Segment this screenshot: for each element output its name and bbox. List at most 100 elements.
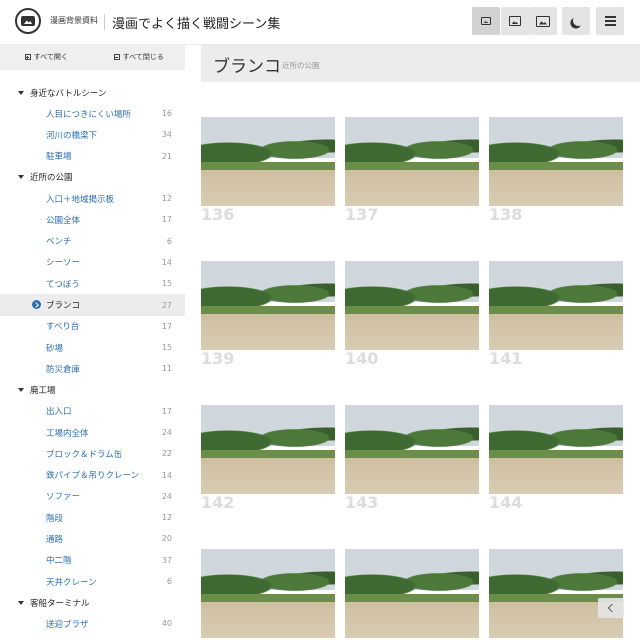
photo-trees (489, 557, 623, 598)
gallery-thumbnail[interactable] (201, 549, 335, 638)
sidebar-toolbar: すべて開く すべて閉じる (0, 44, 185, 70)
photo-trees (201, 413, 335, 454)
sidebar-item-count: 22 (161, 449, 172, 459)
site-name[interactable]: 漫画背景資料 (50, 15, 98, 26)
sidebar-item[interactable]: 中二階 37 (0, 550, 185, 571)
sidebar-item[interactable]: ブロック＆ドラム缶 22 (0, 443, 185, 464)
sidebar-category[interactable]: 近所の公園 (0, 167, 185, 188)
menu-button[interactable] (596, 7, 624, 35)
sidebar-category[interactable]: 身近なバトルシーン (0, 82, 185, 103)
large-thumbnails-button[interactable] (529, 7, 557, 35)
photo-grass (345, 161, 479, 170)
expand-all-button[interactable]: すべて開く (0, 52, 93, 62)
app-title: 漫画でよく描く戦闘シーン集 (112, 17, 281, 32)
sidebar-item[interactable]: すべり台 17 (0, 316, 185, 337)
gallery-thumbnail[interactable] (489, 261, 623, 350)
sidebar-item-count: 14 (161, 257, 172, 267)
dark-mode-button[interactable] (562, 7, 590, 35)
sidebar-item[interactable]: 出入口 17 (0, 401, 185, 422)
sidebar-item[interactable]: 通路 20 (0, 528, 185, 549)
sidebar-item[interactable]: ブランコ 27 (0, 294, 185, 316)
sidebar-item-label: てつぼう (46, 279, 80, 290)
image-small-icon (481, 17, 491, 25)
gallery-thumbnail[interactable] (489, 405, 623, 494)
sidebar-category[interactable]: 廃工場 (0, 380, 185, 401)
sidebar-item[interactable]: 河川の橋梁下 34 (0, 124, 185, 145)
sidebar-item-label: 防災倉庫 (46, 364, 81, 375)
photo-grass (489, 161, 623, 170)
sidebar-item[interactable]: 鉄パイプ＆吊りクレーン 14 (0, 464, 185, 485)
sidebar-item-count: 27 (161, 300, 172, 310)
caret-down-icon (18, 90, 24, 95)
photo-trees (489, 413, 623, 454)
minus-square-icon (113, 54, 120, 60)
caret-down-icon (18, 600, 24, 605)
sidebar-item[interactable]: 人目につきにくい場所 16 (0, 103, 185, 124)
gallery-thumbnail[interactable] (345, 549, 479, 638)
sidebar-item[interactable]: 天井クレーン 6 (0, 571, 185, 592)
sidebar-item[interactable]: 工場内全体 24 (0, 422, 185, 443)
sidebar-item-count: 24 (161, 428, 172, 437)
photo-trees (201, 557, 335, 598)
photo-ground (201, 451, 335, 494)
sidebar-item-label: すべり台 (46, 322, 80, 333)
sidebar-item-label: 駐車場 (46, 152, 72, 163)
photo-trees (489, 269, 623, 310)
photo-ground (345, 451, 479, 494)
gallery-thumbnail[interactable] (201, 261, 335, 350)
sidebar-item-count: 6 (166, 236, 172, 246)
sidebar-item-count: 24 (161, 491, 172, 501)
sidebar-item-label: 砂場 (46, 343, 64, 354)
gallery-thumbnail[interactable] (201, 405, 335, 494)
photo-trees (345, 125, 479, 166)
gallery-thumbnail[interactable] (201, 117, 335, 206)
category-label: 廃工場 (30, 386, 56, 397)
header-divider (104, 14, 105, 30)
gallery-thumbnail[interactable] (345, 261, 479, 350)
photo-grass (489, 305, 623, 314)
photo-grass (345, 305, 479, 314)
page-subtitle[interactable]: 近所の公園 (282, 60, 320, 71)
sidebar-item-count: 6 (166, 577, 172, 587)
photo-grass (201, 449, 335, 458)
site-logo[interactable] (15, 8, 41, 34)
moon-icon (572, 14, 585, 27)
gallery-thumbnail[interactable] (345, 405, 479, 494)
sidebar-item-label: 送迎プラザ (46, 619, 89, 630)
expand-all-label: すべて開く (33, 53, 68, 61)
sidebar-item[interactable]: てつぼう 15 (0, 273, 185, 294)
sidebar-item[interactable]: 駐車場 21 (0, 146, 185, 167)
sidebar-item-label: 工場内全体 (46, 428, 89, 439)
sidebar-item-label: 公園全体 (46, 215, 81, 226)
sidebar-item[interactable]: 送迎プラザ 40 (0, 613, 185, 634)
sidebar-item[interactable]: 砂場 15 (0, 337, 185, 358)
image-number: 144 (489, 493, 523, 512)
small-thumbnails-button[interactable] (472, 7, 500, 35)
sidebar-item-count: 20 (161, 534, 172, 544)
photo-ground (345, 163, 479, 206)
gallery-thumbnail[interactable] (345, 117, 479, 206)
sidebar-item-label: 入口＋地域掲示板 (46, 194, 115, 205)
page-header: ブランコ 近所の公園 (201, 44, 640, 82)
sidebar-item[interactable]: ベンチ 6 (0, 230, 185, 251)
photo-ground (201, 595, 335, 638)
sidebar-category[interactable]: 客船ターミナル (0, 592, 185, 613)
photo-trees (345, 413, 479, 454)
photo-ground (489, 307, 623, 350)
sidebar-item[interactable]: シーソー 14 (0, 252, 185, 273)
image-number: 143 (345, 493, 379, 512)
sidebar-item-label: ソファー (46, 492, 81, 503)
gallery-thumbnail[interactable] (489, 117, 623, 206)
sidebar-item[interactable]: 入口＋地域掲示板 12 (0, 188, 185, 209)
photo-ground (201, 163, 335, 206)
gallery-thumbnail[interactable] (489, 549, 623, 638)
sidebar-item[interactable]: ソファー 24 (0, 486, 185, 507)
sidebar-item-count: 17 (161, 215, 172, 225)
medium-thumbnails-button[interactable] (501, 7, 529, 35)
prev-page-button[interactable] (598, 598, 624, 618)
sidebar-item[interactable]: 公園全体 17 (0, 209, 185, 230)
collapse-all-button[interactable]: すべて閉じる (93, 52, 186, 62)
sidebar-item[interactable]: 防災倉庫 11 (0, 358, 185, 379)
photo-grass (345, 449, 479, 458)
sidebar-item[interactable]: 階段 12 (0, 507, 185, 528)
